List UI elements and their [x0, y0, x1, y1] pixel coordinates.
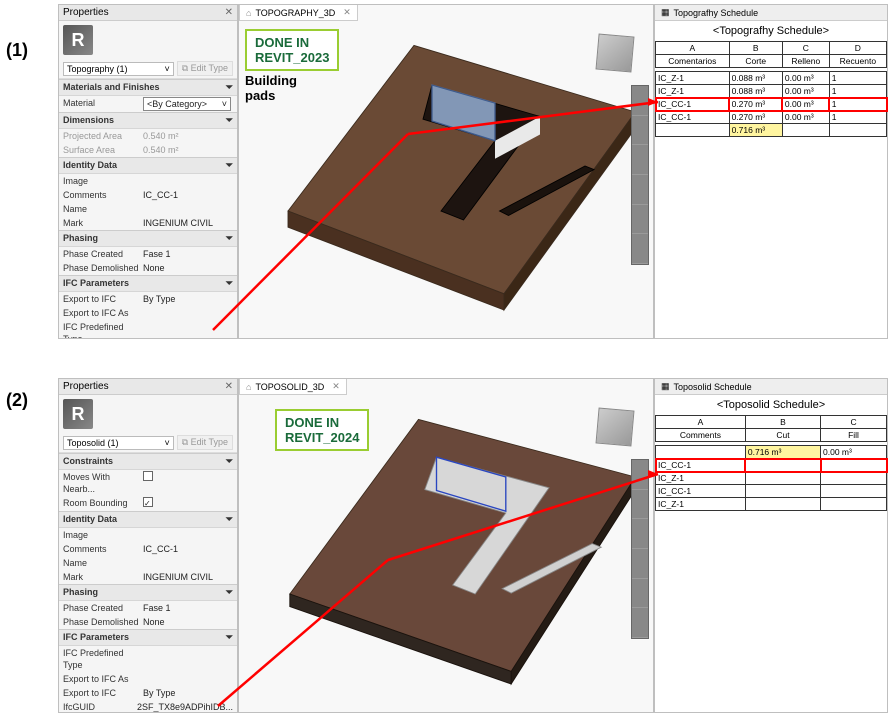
close-icon[interactable]: ✕	[332, 381, 340, 392]
group-identity[interactable]: Identity Data	[63, 160, 117, 171]
table-row: IC_CC-1	[656, 459, 887, 472]
properties-panel: Properties ✕ R Topography (1)˅ ⧉ Edit Ty…	[58, 4, 238, 339]
viewport-tab[interactable]: ⌂ TOPOGRAPHY_3D ✕	[239, 5, 358, 21]
topography-solid	[279, 35, 639, 315]
viewport-3d[interactable]: ⌂ TOPOSOLID_3D ✕ DONE IN REVIT_2024	[238, 378, 654, 713]
close-icon[interactable]: ✕	[225, 381, 233, 392]
nav-bar[interactable]	[631, 459, 649, 639]
viewport-tab[interactable]: ⌂ TOPOSOLID_3D ✕	[239, 379, 347, 395]
sum-cell: 0.716 m³	[745, 446, 820, 459]
scene-1: Properties ✕ R Topography (1)˅ ⧉ Edit Ty…	[58, 4, 888, 339]
revit-logo-icon: R	[63, 25, 93, 55]
schedule-title: <Topografhy Schedule>	[655, 21, 887, 41]
schedule-table[interactable]: A B C Comments Cut Fill 0.716 m³0.00 m³ …	[655, 415, 887, 511]
nav-bar[interactable]	[631, 85, 649, 265]
properties-title: Properties	[63, 381, 109, 392]
table-row: IC_CC-1	[656, 485, 887, 498]
table-row: IC_CC-10.270 m³0.00 m³1	[656, 98, 887, 111]
properties-panel: Properties ✕ R Toposolid (1)˅ ⧉ Edit Typ…	[58, 378, 238, 713]
close-icon[interactable]: ✕	[343, 7, 351, 18]
close-icon[interactable]: ✕	[225, 7, 233, 18]
grid-icon: ▦	[661, 381, 670, 392]
roombound-checkbox[interactable]	[143, 497, 153, 507]
group-identity[interactable]: Identity Data	[63, 514, 117, 525]
schedule-tab[interactable]: ▦Topografhy Schedule	[655, 5, 887, 21]
group-dimensions[interactable]: Dimensions	[63, 115, 114, 126]
schedule-table[interactable]: A B C D Comentarios Corte Relleno Recuen…	[655, 41, 887, 137]
material-dropdown[interactable]: <By Category>˅	[143, 97, 231, 111]
table-row: IC_Z-10.088 m³0.00 m³1	[656, 72, 887, 85]
chevron-down-icon: ˅	[164, 438, 169, 448]
group-ifc[interactable]: IFC Parameters	[63, 278, 129, 289]
toposolid	[279, 409, 639, 689]
table-row: IC_Z-1	[656, 498, 887, 511]
viewport-3d[interactable]: ⌂ TOPOGRAPHY_3D ✕ DONE IN REVIT_2023 Bui…	[238, 4, 654, 339]
group-materials[interactable]: Materials and Finishes	[63, 82, 160, 93]
scene-label-2: (2)	[6, 390, 28, 411]
type-selector[interactable]: Topography (1)˅	[63, 62, 174, 76]
properties-title: Properties	[63, 7, 109, 18]
schedule-panel: ▦Topografhy Schedule <Topografhy Schedul…	[654, 4, 888, 339]
scene-label-1: (1)	[6, 40, 28, 61]
group-constraints[interactable]: Constraints	[63, 456, 113, 467]
table-row: IC_Z-1	[656, 472, 887, 485]
schedule-panel: ▦Toposolid Schedule <Toposolid Schedule>…	[654, 378, 888, 713]
scene-2: Properties ✕ R Toposolid (1)˅ ⧉ Edit Typ…	[58, 378, 888, 713]
table-row: IC_Z-10.088 m³0.00 m³1	[656, 85, 887, 98]
done-in-label: DONE IN REVIT_2024	[275, 409, 369, 451]
edit-type-button[interactable]: ⧉ Edit Type	[177, 435, 233, 450]
schedule-title: <Toposolid Schedule>	[655, 395, 887, 415]
grid-icon: ▦	[661, 7, 670, 18]
group-phasing[interactable]: Phasing	[63, 587, 98, 598]
chevron-down-icon: ˅	[164, 64, 169, 74]
moves-checkbox[interactable]	[143, 471, 153, 481]
schedule-tab[interactable]: ▦Toposolid Schedule	[655, 379, 887, 395]
type-selector[interactable]: Toposolid (1)˅	[63, 436, 174, 450]
edit-type-button[interactable]: ⧉ Edit Type	[177, 61, 233, 76]
home-icon: ⌂	[246, 8, 251, 18]
group-phasing[interactable]: Phasing	[63, 233, 98, 244]
table-row: IC_CC-10.270 m³0.00 m³1	[656, 111, 887, 124]
done-in-label: DONE IN REVIT_2023	[245, 29, 339, 71]
sum-cell: 0.716 m³	[729, 124, 782, 137]
view-cube[interactable]	[595, 33, 634, 72]
group-ifc[interactable]: IFC Parameters	[63, 632, 129, 643]
home-icon: ⌂	[246, 382, 251, 392]
revit-logo-icon: R	[63, 399, 93, 429]
sub-label: Building pads	[245, 73, 297, 103]
view-cube[interactable]	[595, 407, 634, 446]
